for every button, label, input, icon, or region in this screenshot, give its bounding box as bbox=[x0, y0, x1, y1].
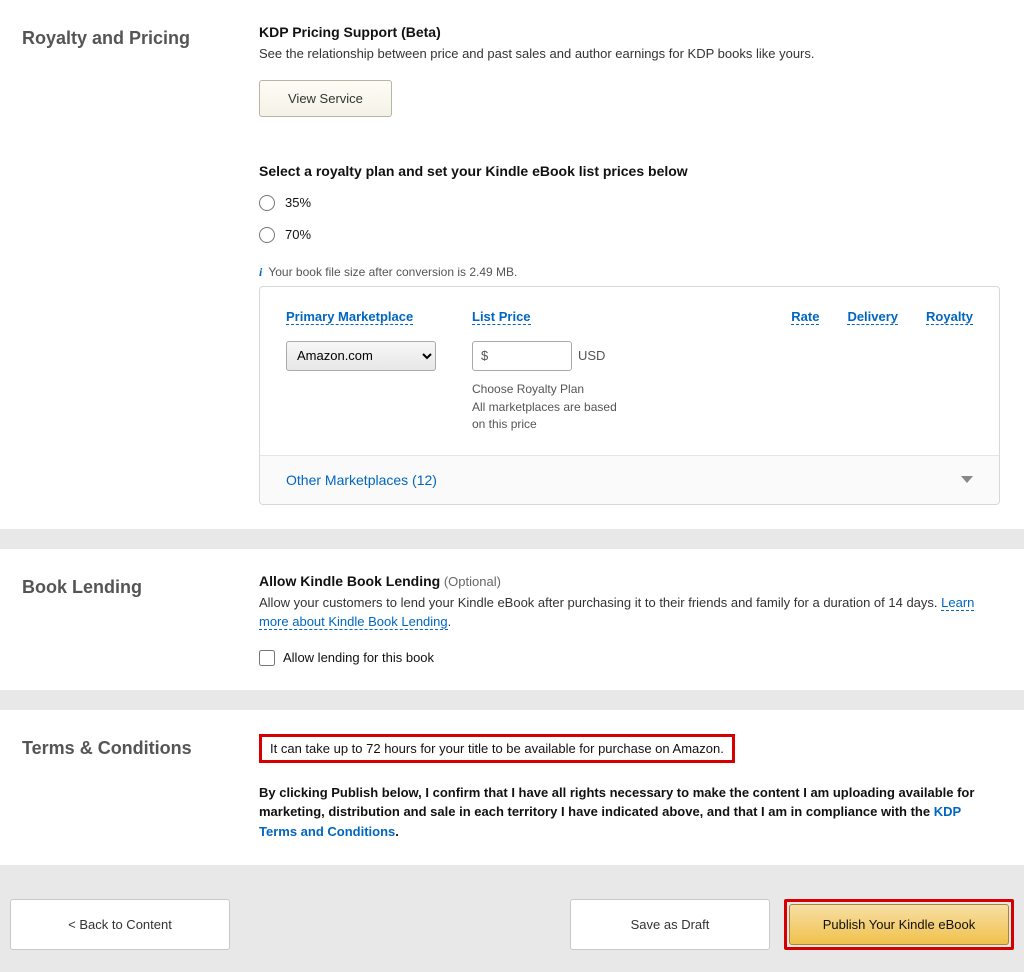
lending-optional: (Optional) bbox=[444, 574, 501, 589]
royalty-70-radio[interactable] bbox=[259, 227, 275, 243]
lending-body: Allow Kindle Book Lending (Optional) All… bbox=[259, 573, 1000, 666]
footer-actions: < Back to Content Save as Draft Publish … bbox=[0, 885, 1024, 972]
terms-section-title: Terms & Conditions bbox=[14, 734, 259, 842]
pricing-input-row: Amazon.com $ USD Choose Royalty Plan All… bbox=[286, 341, 973, 433]
chevron-down-icon bbox=[961, 476, 973, 483]
col-primary-marketplace[interactable]: Primary Marketplace bbox=[286, 309, 413, 325]
lending-desc-wrap: Allow your customers to lend your Kindle… bbox=[259, 593, 1000, 632]
back-to-content-button[interactable]: < Back to Content bbox=[10, 899, 230, 950]
royalty-35-row: 35% bbox=[259, 195, 1000, 211]
list-price-input-row: $ USD bbox=[472, 341, 652, 371]
info-icon: i bbox=[259, 265, 262, 280]
availability-notice: It can take up to 72 hours for your titl… bbox=[270, 741, 724, 756]
col-delivery[interactable]: Delivery bbox=[847, 309, 898, 325]
col-list-price[interactable]: List Price bbox=[472, 309, 531, 325]
lending-section-title: Book Lending bbox=[14, 573, 259, 666]
lending-heading-row: Allow Kindle Book Lending (Optional) bbox=[259, 573, 1000, 589]
royalty-plan-heading: Select a royalty plan and set your Kindl… bbox=[259, 163, 1000, 179]
pricing-support-desc: See the relationship between price and p… bbox=[259, 44, 1000, 64]
royalty-70-label: 70% bbox=[285, 227, 311, 242]
allow-lending-checkbox[interactable] bbox=[259, 650, 275, 666]
lending-heading: Allow Kindle Book Lending bbox=[259, 573, 440, 589]
other-marketplaces-label: Other Marketplaces (12) bbox=[286, 472, 437, 488]
royalty-35-radio[interactable] bbox=[259, 195, 275, 211]
choose-royalty-plan-text: Choose Royalty Plan bbox=[472, 381, 652, 398]
terms-period: . bbox=[395, 824, 399, 839]
other-marketplaces-toggle[interactable]: Other Marketplaces (12) bbox=[260, 455, 999, 504]
based-on-text: All marketplaces are based on this price bbox=[472, 399, 632, 433]
list-price-input[interactable] bbox=[490, 348, 563, 363]
list-price-input-wrap: $ bbox=[472, 341, 572, 371]
footer-spacer bbox=[244, 899, 556, 950]
currency-code: USD bbox=[578, 348, 605, 363]
save-as-draft-button[interactable]: Save as Draft bbox=[570, 899, 770, 950]
col-royalty[interactable]: Royalty bbox=[926, 309, 973, 325]
royalty-body: KDP Pricing Support (Beta) See the relat… bbox=[259, 24, 1000, 505]
book-lending-panel: Book Lending Allow Kindle Book Lending (… bbox=[0, 549, 1024, 690]
pricing-header-row: Primary Marketplace List Price Rate Deli… bbox=[286, 309, 973, 341]
pricing-support-title: KDP Pricing Support (Beta) bbox=[259, 24, 1000, 40]
terms-panel: Terms & Conditions It can take up to 72 … bbox=[0, 710, 1024, 866]
currency-symbol: $ bbox=[481, 348, 488, 363]
allow-lending-label: Allow lending for this book bbox=[283, 650, 434, 665]
file-size-info: Your book file size after conversion is … bbox=[268, 265, 517, 279]
primary-marketplace-select[interactable]: Amazon.com bbox=[286, 341, 436, 371]
col-rate[interactable]: Rate bbox=[791, 309, 819, 325]
publish-highlight: Publish Your Kindle eBook bbox=[784, 899, 1014, 950]
file-size-info-row: i Your book file size after conversion i… bbox=[259, 265, 1000, 280]
terms-confirm-text: By clicking Publish below, I confirm tha… bbox=[259, 785, 974, 820]
royalty-35-label: 35% bbox=[285, 195, 311, 210]
royalty-pricing-panel: Royalty and Pricing KDP Pricing Support … bbox=[0, 0, 1024, 529]
royalty-section-title: Royalty and Pricing bbox=[14, 24, 259, 505]
lending-checkbox-row: Allow lending for this book bbox=[259, 650, 1000, 666]
terms-confirm-text-wrap: By clicking Publish below, I confirm tha… bbox=[259, 783, 1000, 842]
publish-ebook-button[interactable]: Publish Your Kindle eBook bbox=[789, 904, 1009, 945]
pricing-grid: Primary Marketplace List Price Rate Deli… bbox=[259, 286, 1000, 505]
terms-body: It can take up to 72 hours for your titl… bbox=[259, 734, 1000, 842]
lending-desc: Allow your customers to lend your Kindle… bbox=[259, 595, 941, 610]
royalty-70-row: 70% bbox=[259, 227, 1000, 243]
view-service-button[interactable]: View Service bbox=[259, 80, 392, 117]
availability-notice-highlight: It can take up to 72 hours for your titl… bbox=[259, 734, 735, 763]
